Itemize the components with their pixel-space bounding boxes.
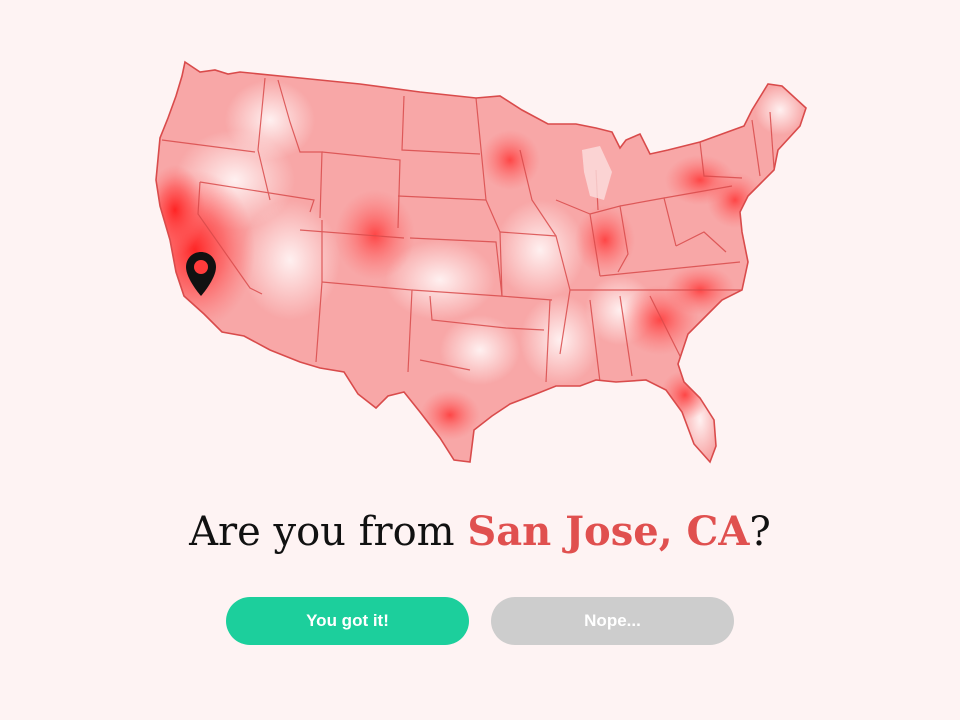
us-heat-map	[150, 50, 820, 470]
question-heading: Are you from San Jose, CA?	[0, 500, 960, 564]
location-pin-icon	[186, 252, 216, 296]
question-prefix: Are you from	[189, 509, 468, 555]
detected-city: San Jose, CA	[467, 508, 750, 555]
reject-location-button[interactable]: Nope...	[491, 597, 734, 645]
us-map	[155, 61, 807, 463]
page: Are you from San Jose, CA? You got it! N…	[0, 0, 960, 720]
question-suffix: ?	[749, 509, 771, 555]
confirm-location-button[interactable]: You got it!	[226, 597, 469, 645]
